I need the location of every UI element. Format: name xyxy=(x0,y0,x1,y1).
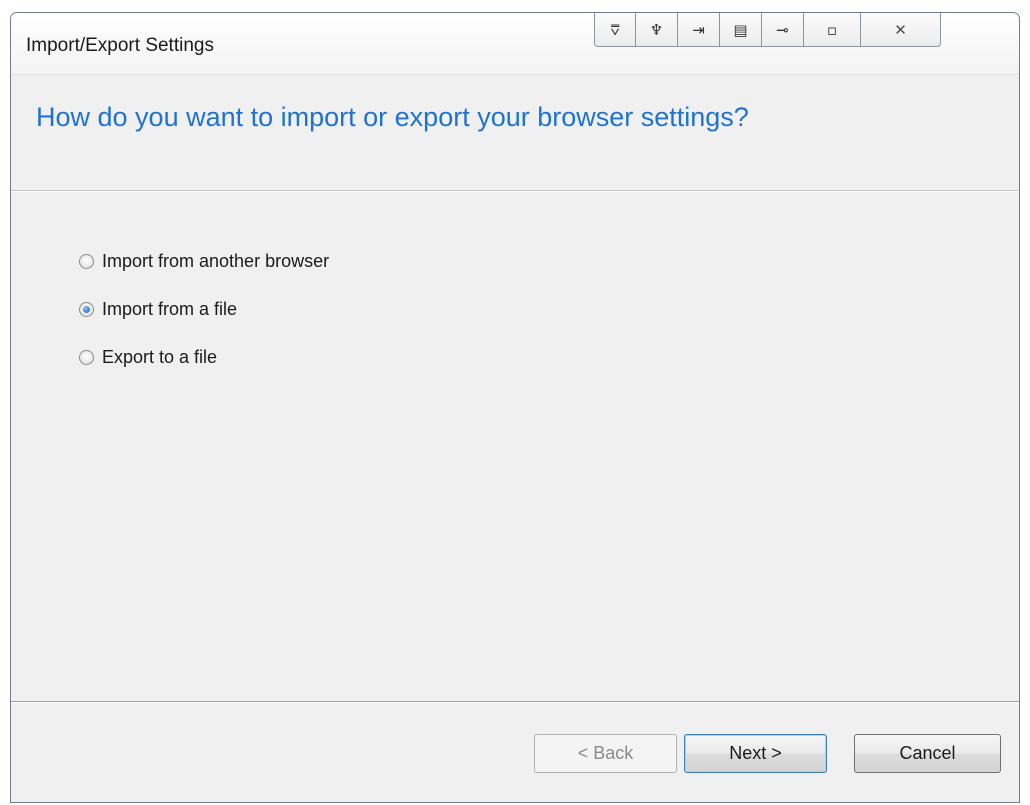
header-divider xyxy=(11,191,1019,192)
option-import-file[interactable]: Import from a file xyxy=(79,297,329,321)
option-export-file[interactable]: Export to a file xyxy=(79,345,329,369)
filter-icon[interactable]: ⩢ xyxy=(594,13,636,47)
radio-export-file[interactable] xyxy=(79,349,94,365)
footer-divider-highlight xyxy=(11,702,1019,703)
import-icon[interactable]: ⇥ xyxy=(678,13,720,47)
option-list: Import from another browser Import from … xyxy=(79,249,329,393)
import-export-dialog: Import/Export Settings ⩢ ♆ ⇥ ▤ ⊸ ▫ ✕ How… xyxy=(10,12,1020,803)
title-bar-buttons: ⩢ ♆ ⇥ ▤ ⊸ ▫ ✕ xyxy=(594,13,941,47)
tool-icon[interactable]: ♆ xyxy=(636,13,678,47)
radio-import-browser[interactable] xyxy=(79,253,94,269)
next-button[interactable]: Next > xyxy=(684,734,827,773)
option-import-browser[interactable]: Import from another browser xyxy=(79,249,329,273)
page-title: How do you want to import or export your… xyxy=(36,102,749,132)
window-title: Import/Export Settings xyxy=(26,35,214,56)
restore-icon[interactable]: ▫ xyxy=(804,13,861,47)
header-panel: How do you want to import or export your… xyxy=(11,75,1019,191)
option-label: Export to a file xyxy=(102,346,218,367)
close-icon[interactable]: ✕ xyxy=(861,13,941,47)
keyboard-icon[interactable]: ▤ xyxy=(720,13,762,47)
radio-import-file[interactable] xyxy=(79,301,94,317)
plugin-icon[interactable]: ⊸ xyxy=(762,13,804,47)
cancel-button[interactable]: Cancel xyxy=(854,734,1001,773)
option-label: Import from a file xyxy=(102,298,238,319)
back-button[interactable]: < Back xyxy=(534,734,677,773)
option-label: Import from another browser xyxy=(102,250,330,271)
title-bar[interactable]: Import/Export Settings ⩢ ♆ ⇥ ▤ ⊸ ▫ ✕ xyxy=(11,13,1019,75)
